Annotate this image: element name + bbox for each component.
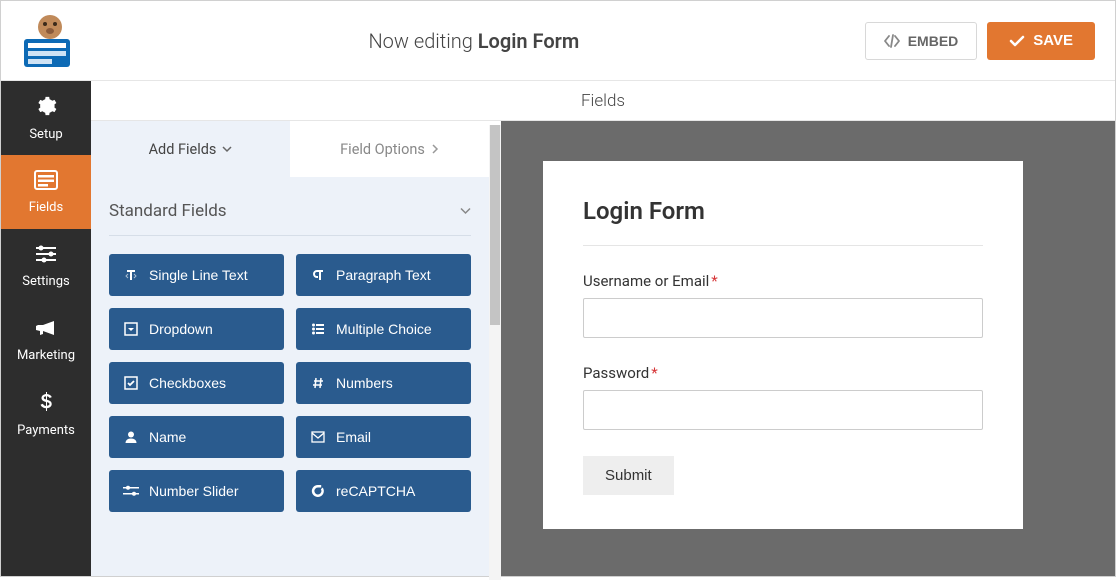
field-label: Password*	[583, 364, 983, 382]
chevron-down-icon	[460, 204, 471, 218]
field-email[interactable]: Email	[296, 416, 471, 458]
sidebar-item-label: Setup	[29, 127, 62, 142]
main: Setup Fields Settings Marketing Payments	[1, 81, 1115, 576]
form-icon	[34, 170, 58, 196]
field-dropdown[interactable]: Dropdown	[109, 308, 284, 350]
form-name: Login Form	[478, 29, 580, 53]
field-label: Number Slider	[149, 483, 238, 499]
check-icon	[1009, 34, 1025, 48]
field-label: Name	[149, 429, 186, 445]
sidebar-item-settings[interactable]: Settings	[1, 229, 91, 303]
embed-label: EMBED	[908, 33, 959, 49]
sidebar-item-label: Settings	[22, 274, 69, 289]
form-preview[interactable]: Login Form Username or Email* Password*	[543, 161, 1023, 529]
sidebar-item-label: Fields	[29, 200, 63, 215]
username-input[interactable]	[583, 298, 983, 338]
dollar-icon	[39, 391, 53, 419]
gear-icon	[35, 95, 57, 123]
submit-label: Submit	[605, 467, 652, 484]
sidebar-item-label: Marketing	[17, 348, 75, 363]
label-text: Username or Email	[583, 272, 709, 290]
embed-button[interactable]: EMBED	[865, 22, 978, 60]
field-label: Paragraph Text	[336, 267, 431, 283]
field-label: Email	[336, 429, 371, 445]
tab-add-fields[interactable]: Add Fields	[91, 121, 290, 177]
sidebar-item-fields[interactable]: Fields	[1, 155, 91, 229]
google-icon	[310, 484, 326, 498]
fields-panel: Add Fields Field Options Standard Fields	[91, 121, 489, 576]
divider	[583, 245, 983, 246]
sidebar-item-setup[interactable]: Setup	[1, 81, 91, 155]
right-area: Fields Add Fields Field Options	[91, 81, 1115, 576]
field-paragraph-text[interactable]: Paragraph Text	[296, 254, 471, 296]
field-label: reCAPTCHA	[336, 483, 415, 499]
top-actions: EMBED SAVE	[865, 22, 1095, 60]
logo	[1, 1, 83, 80]
page-title: Now editing Login Form	[83, 29, 865, 53]
field-label: Username or Email*	[583, 272, 983, 290]
section-standard-fields[interactable]: Standard Fields	[109, 191, 471, 236]
field-label: Multiple Choice	[336, 321, 432, 337]
field-checkboxes[interactable]: Checkboxes	[109, 362, 284, 404]
top-bar: Now editing Login Form EMBED SAVE	[1, 1, 1115, 81]
required-mark: *	[711, 272, 717, 290]
field-grid: Single Line Text Paragraph Text Dropdown	[109, 254, 471, 512]
panel-header-label: Fields	[581, 91, 625, 111]
now-editing-text: Now editing	[368, 29, 472, 53]
scrollbar[interactable]	[489, 125, 501, 580]
workspace: Add Fields Field Options Standard Fields	[91, 121, 1115, 576]
field-numbers[interactable]: Numbers	[296, 362, 471, 404]
sidebar-item-marketing[interactable]: Marketing	[1, 303, 91, 377]
field-number-slider[interactable]: Number Slider	[109, 470, 284, 512]
field-multiple-choice[interactable]: Multiple Choice	[296, 308, 471, 350]
sidebar: Setup Fields Settings Marketing Payments	[1, 81, 91, 576]
preview-area: Login Form Username or Email* Password*	[501, 121, 1115, 576]
form-title: Login Form	[583, 197, 983, 225]
submit-button[interactable]: Submit	[583, 456, 674, 495]
tab-label: Field Options	[340, 141, 425, 158]
check-square-icon	[123, 376, 139, 390]
sidebar-item-payments[interactable]: Payments	[1, 377, 91, 451]
list-icon	[310, 322, 326, 336]
hash-icon	[310, 376, 326, 390]
envelope-icon	[310, 431, 326, 443]
field-recaptcha[interactable]: reCAPTCHA	[296, 470, 471, 512]
user-icon	[123, 430, 139, 444]
form-field-password[interactable]: Password*	[583, 364, 983, 430]
wpforms-logo-icon	[12, 13, 72, 69]
field-label: Single Line Text	[149, 267, 248, 283]
panel-tabs: Add Fields Field Options	[91, 121, 489, 177]
required-mark: *	[651, 364, 657, 382]
password-input[interactable]	[583, 390, 983, 430]
chevron-down-icon	[222, 144, 232, 154]
chevron-right-icon	[431, 144, 439, 154]
scrollbar-thumb[interactable]	[490, 125, 500, 325]
form-field-username[interactable]: Username or Email*	[583, 272, 983, 338]
save-label: SAVE	[1033, 32, 1073, 49]
field-label: Dropdown	[149, 321, 213, 337]
section-title: Standard Fields	[109, 201, 227, 221]
slider-icon	[123, 485, 139, 497]
tab-label: Add Fields	[149, 141, 217, 158]
field-single-line-text[interactable]: Single Line Text	[109, 254, 284, 296]
panel-header: Fields	[91, 81, 1115, 121]
caret-square-icon	[123, 322, 139, 336]
label-text: Password	[583, 364, 649, 382]
paragraph-icon	[310, 268, 326, 282]
bullhorn-icon	[34, 318, 58, 344]
sidebar-item-label: Payments	[17, 423, 75, 438]
sliders-icon	[35, 244, 57, 270]
field-label: Numbers	[336, 375, 393, 391]
field-name[interactable]: Name	[109, 416, 284, 458]
field-label: Checkboxes	[149, 375, 226, 391]
panel-body: Standard Fields Single Line Text Paragr	[91, 177, 489, 526]
tab-field-options[interactable]: Field Options	[290, 121, 489, 177]
text-icon	[123, 268, 139, 282]
save-button[interactable]: SAVE	[987, 22, 1095, 60]
code-icon	[884, 34, 900, 48]
